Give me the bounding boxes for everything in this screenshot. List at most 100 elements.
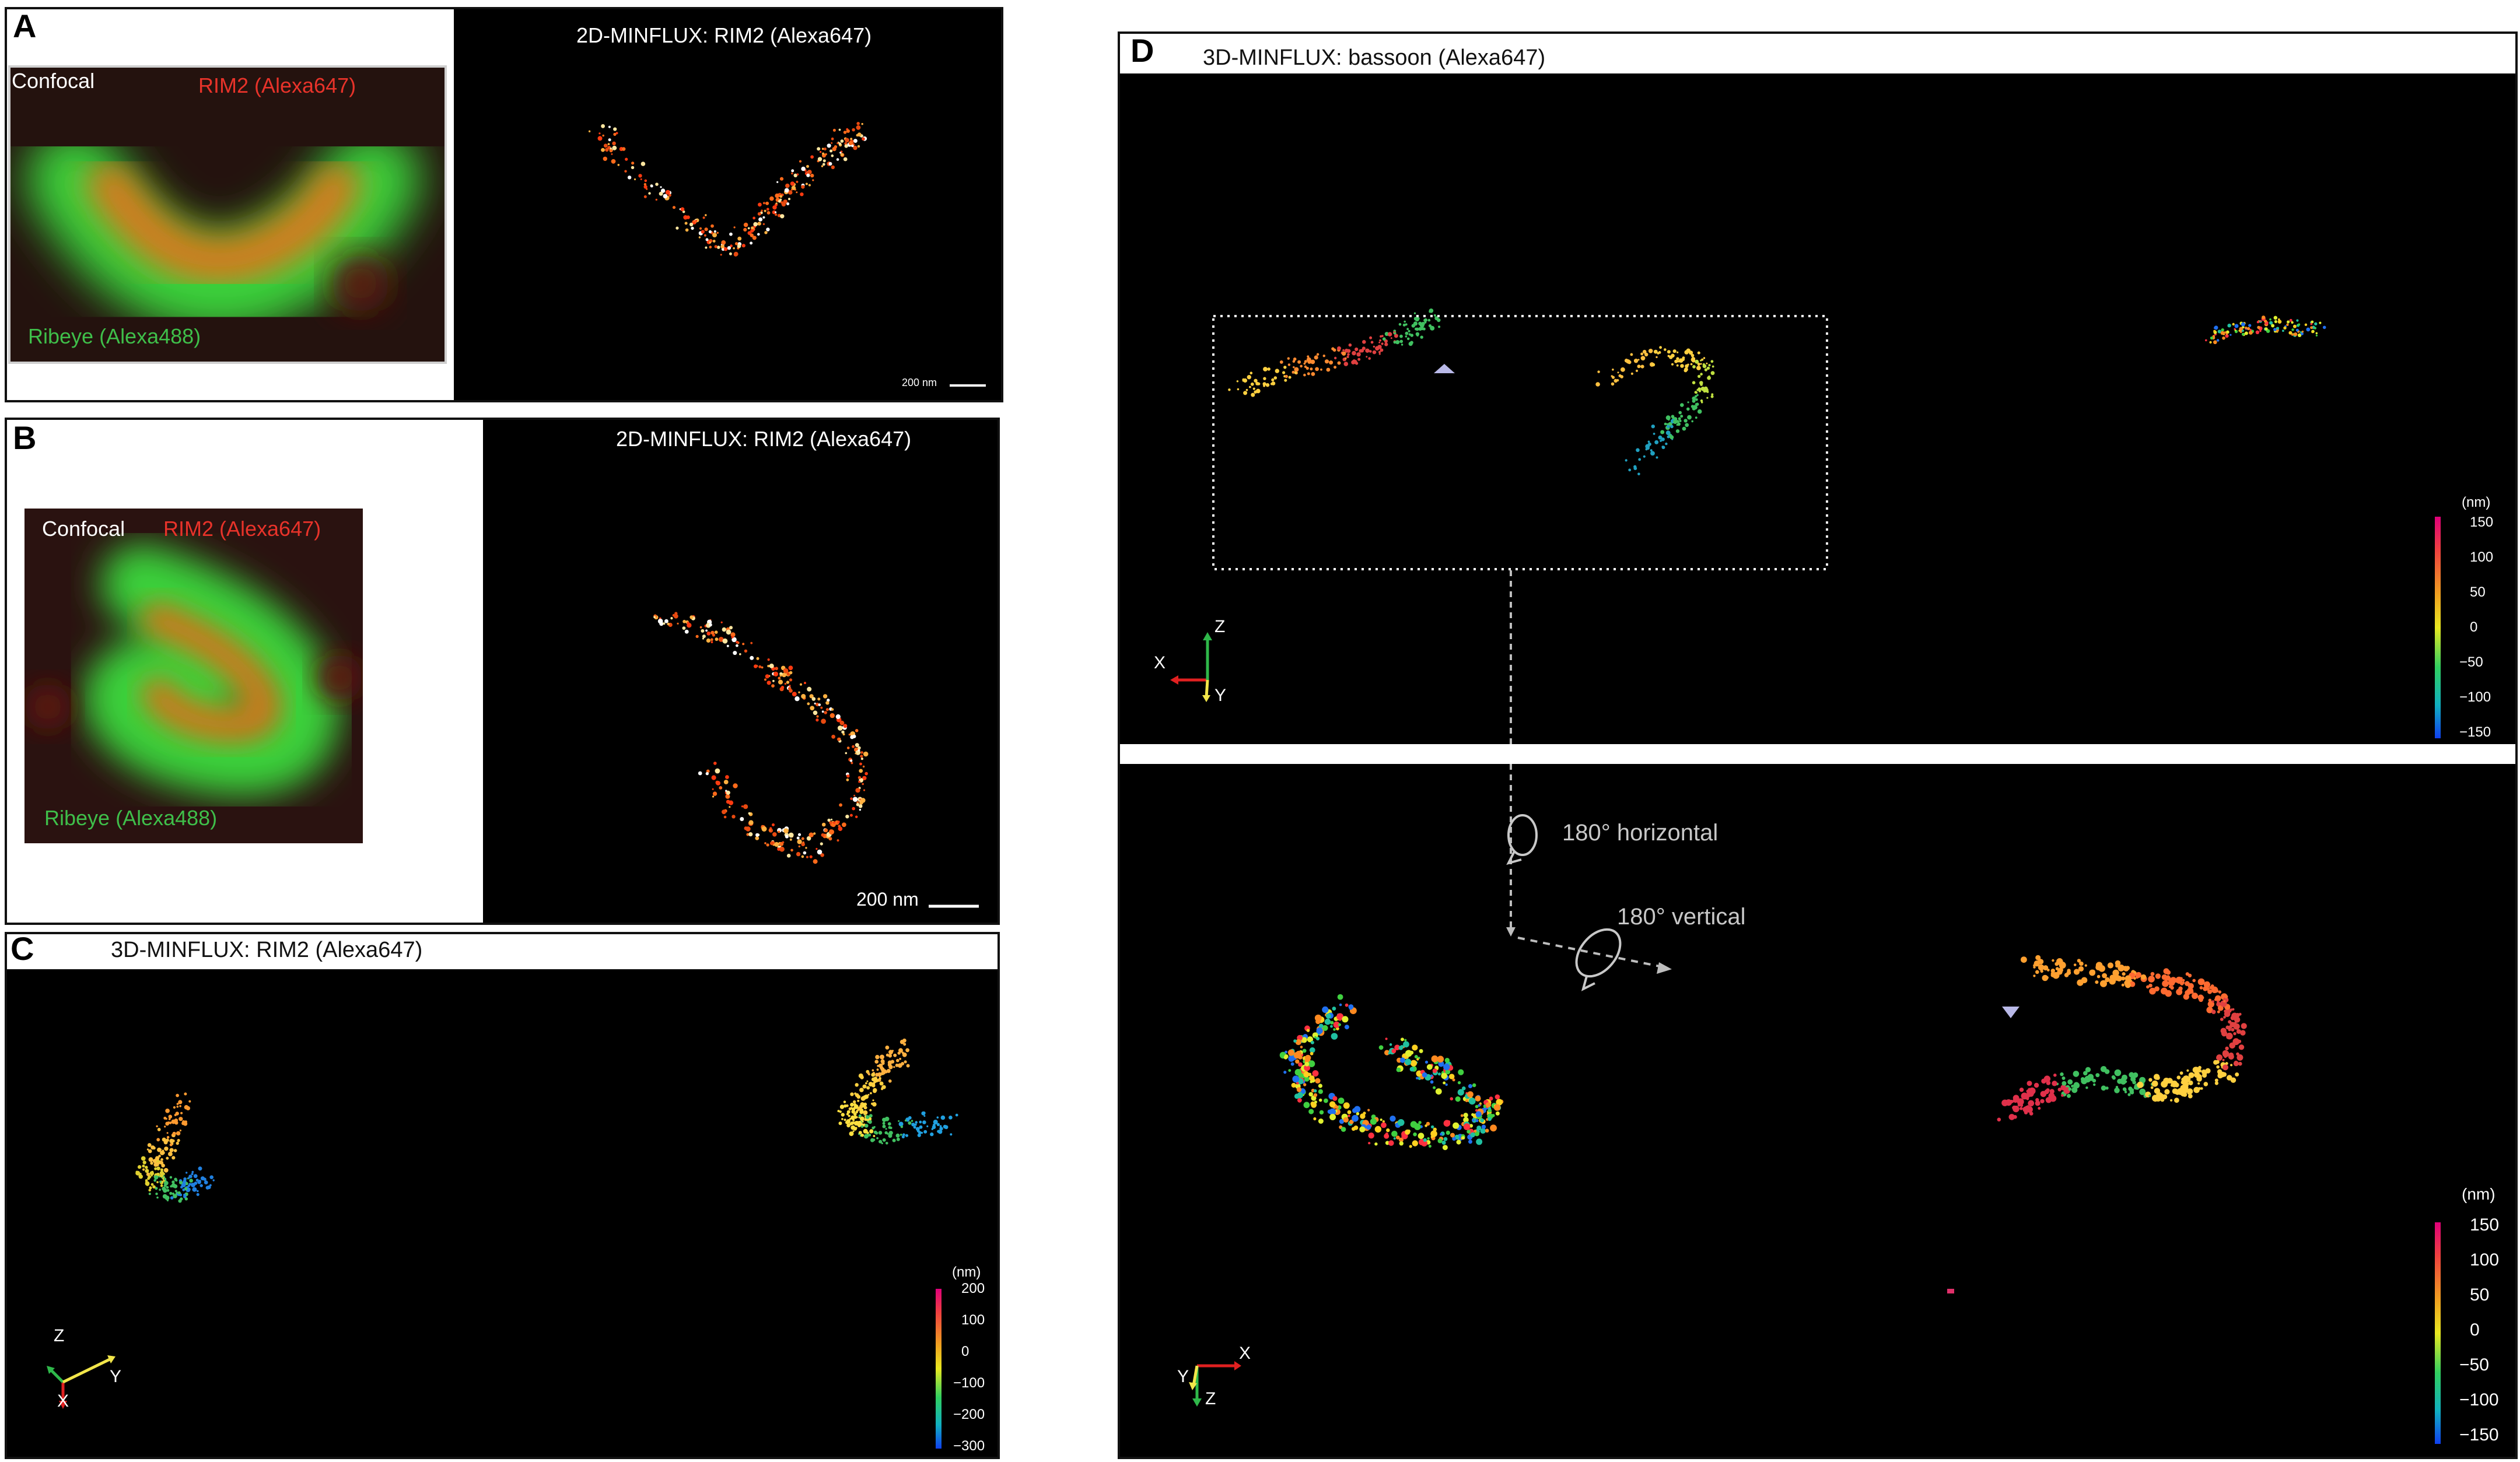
localization-point	[2135, 972, 2142, 978]
localization-point	[2077, 979, 2084, 986]
localization-point	[901, 1051, 904, 1054]
localization-point	[857, 132, 862, 137]
localization-point	[145, 1180, 148, 1183]
localization-point	[872, 1102, 877, 1107]
localization-point	[1475, 1095, 1481, 1102]
localization-point	[1437, 1056, 1444, 1063]
localization-point	[817, 147, 821, 151]
localization-point	[1333, 1028, 1336, 1031]
localization-point	[2310, 322, 2313, 325]
colorbar-d-bottom-tick-0: 150	[2470, 1215, 2500, 1235]
localization-point	[1315, 1078, 1321, 1084]
localization-point	[822, 694, 828, 699]
localization-point	[840, 139, 844, 143]
localization-point	[2231, 1012, 2238, 1019]
panel-d-top-svg	[1170, 308, 2441, 744]
localization-point	[893, 1054, 896, 1057]
localization-point	[794, 696, 800, 702]
localization-point	[838, 1121, 842, 1126]
localization-point	[1708, 364, 1711, 367]
localization-point	[1616, 379, 1619, 382]
localization-point	[188, 1100, 191, 1103]
localization-point	[2245, 327, 2248, 329]
localization-point	[2024, 1105, 2031, 1112]
localization-point	[1617, 371, 1619, 374]
localization-point	[766, 681, 771, 685]
localization-point	[2234, 328, 2236, 330]
localization-point	[2115, 960, 2121, 966]
localization-point	[789, 678, 793, 682]
localization-point	[775, 211, 777, 213]
localization-point	[888, 1079, 892, 1083]
localization-point	[1470, 1132, 1475, 1138]
localization-point	[709, 246, 712, 249]
localization-point	[1597, 370, 1600, 373]
localization-point	[854, 1092, 857, 1095]
localization-point	[2228, 1020, 2232, 1024]
localization-point	[922, 1120, 926, 1124]
localization-point	[1293, 1051, 1301, 1059]
localization-point	[893, 1066, 895, 1068]
localization-point	[2283, 326, 2287, 330]
localization-point	[830, 149, 833, 153]
localization-point	[1338, 1023, 1341, 1026]
localization-point	[1640, 356, 1646, 361]
localization-point	[849, 1131, 854, 1137]
localization-point	[178, 1117, 183, 1121]
localization-point	[1273, 376, 1278, 380]
localization-point	[780, 201, 783, 204]
localization-point	[849, 814, 853, 817]
localization-point	[844, 1104, 847, 1108]
localization-point	[798, 845, 800, 848]
localization-point	[1433, 314, 1436, 317]
localization-point	[2249, 328, 2252, 331]
localization-point	[702, 216, 705, 219]
localization-point	[2180, 977, 2183, 980]
localization-point	[871, 1077, 876, 1082]
localization-point	[158, 1155, 161, 1158]
localization-point	[2238, 1044, 2245, 1050]
localization-point	[859, 1088, 864, 1092]
localization-point	[769, 196, 774, 201]
localization-point	[725, 794, 730, 799]
confocal-label-b: Confocal	[42, 517, 125, 541]
localization-point	[1478, 1104, 1480, 1107]
localization-point	[758, 217, 763, 222]
localization-point	[1303, 1040, 1307, 1043]
localization-point	[843, 131, 847, 134]
localization-point	[1418, 1133, 1424, 1140]
localization-point	[900, 1134, 902, 1136]
localization-point	[755, 836, 760, 840]
localization-point	[821, 710, 824, 713]
confocal-label-a: Confocal	[12, 69, 95, 93]
localization-point	[2182, 981, 2185, 984]
localization-point	[1398, 322, 1402, 326]
localization-point	[2179, 1071, 2183, 1075]
localization-point	[821, 718, 826, 724]
localization-point	[2287, 320, 2290, 324]
localization-point	[1416, 1058, 1419, 1061]
localization-point	[936, 1123, 940, 1126]
localization-point	[1423, 318, 1427, 322]
localization-point	[2214, 325, 2218, 330]
localization-point	[1362, 346, 1366, 350]
localization-point	[838, 142, 842, 146]
localization-point	[1467, 1091, 1474, 1098]
localization-point	[2220, 1028, 2227, 1034]
localization-point	[2227, 1075, 2232, 1081]
localization-point	[911, 1120, 914, 1122]
localization-point	[949, 1116, 953, 1120]
localization-point	[1313, 1117, 1317, 1121]
localization-point	[705, 238, 709, 241]
localization-point	[1390, 1116, 1396, 1122]
localization-point	[1403, 1041, 1409, 1048]
localization-point	[827, 143, 831, 148]
localization-point	[2315, 334, 2318, 336]
localization-point	[901, 1062, 905, 1065]
localization-point	[698, 236, 701, 239]
localization-point	[603, 143, 608, 148]
colorbar-d-top-unit: (nm)	[2462, 495, 2491, 510]
localization-point	[886, 1068, 891, 1073]
localization-point	[160, 1158, 163, 1161]
axis-d-top-y-arrow	[1205, 679, 1209, 698]
